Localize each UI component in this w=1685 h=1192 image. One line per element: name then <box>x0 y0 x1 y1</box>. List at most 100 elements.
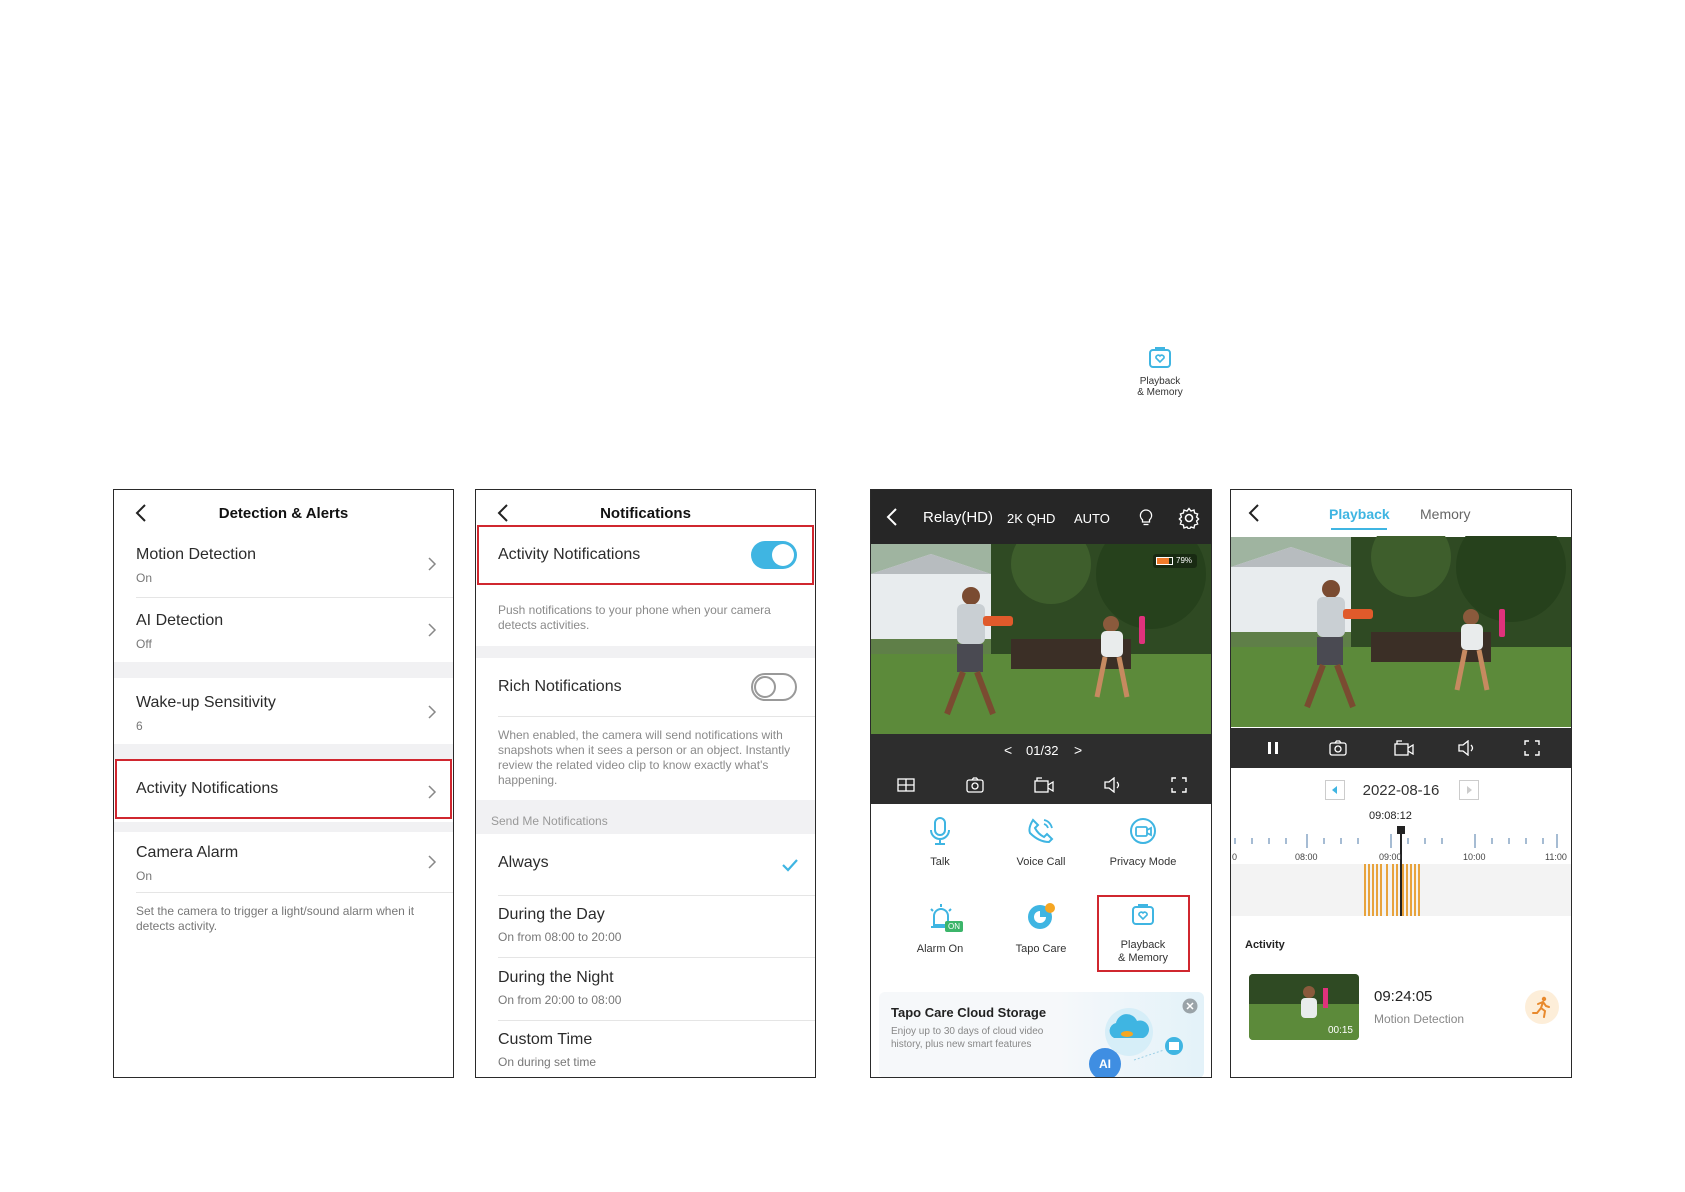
control-label: Alarm On <box>916 943 964 955</box>
grid-view-icon[interactable] <box>897 778 915 792</box>
tab-memory[interactable]: Memory <box>1420 506 1471 522</box>
next-date-button[interactable] <box>1459 780 1479 800</box>
event-time: 09:24:05 <box>1374 988 1433 1005</box>
date-selector: 2022-08-16 <box>1231 776 1571 806</box>
item-label: Camera Alarm <box>136 844 239 861</box>
option-sub: On from 20:00 to 08:00 <box>498 993 622 1007</box>
option-label: During the Night <box>498 969 614 986</box>
highlight-box <box>477 525 814 585</box>
option-always[interactable]: Always <box>476 834 815 892</box>
activity-notifications-description: Push notifications to your phone when yo… <box>498 603 771 632</box>
header: Detection & Alerts <box>114 490 453 534</box>
rich-notifications-description: When enabled, the camera will send notif… <box>498 728 791 787</box>
option-during-the-day[interactable]: During the Day On from 08:00 to 20:00 <box>476 900 815 960</box>
tapo-care-promo-card[interactable]: Tapo Care Cloud Storage Enjoy up to 30 d… <box>879 992 1204 1077</box>
settings-item-motion-detection[interactable]: Motion Detection On <box>114 544 453 604</box>
control-label: Talk <box>930 856 950 868</box>
item-value: On <box>136 869 153 883</box>
control-privacy-mode[interactable]: Privacy Mode <box>1093 816 1193 876</box>
light-bulb-icon[interactable] <box>1139 509 1153 527</box>
promo-description: Enjoy up to 30 days of cloud video histo… <box>891 1026 1044 1050</box>
ai-badge: AI <box>1089 1048 1121 1077</box>
divider <box>136 892 453 893</box>
live-video-feed[interactable]: 79% <box>871 544 1211 734</box>
timeline-ruler <box>1231 826 1571 916</box>
running-person-icon <box>1532 996 1550 1018</box>
top-bar: Relay(HD) 2K QHD AUTO <box>871 490 1211 544</box>
privacy-camera-icon <box>1130 818 1156 844</box>
tab-playback[interactable]: Playback <box>1329 506 1390 522</box>
clip-duration: 00:15 <box>1327 1025 1353 1036</box>
settings-item-camera-alarm[interactable]: Camera Alarm On <box>114 842 453 902</box>
playback-video[interactable] <box>1231 536 1571 728</box>
section-gap <box>114 744 453 760</box>
motion-event-badge <box>1525 990 1559 1024</box>
rich-notifications-toggle[interactable] <box>751 673 797 701</box>
alarm-on-badge: ON <box>945 921 963 932</box>
callout-label-1: Playback <box>1139 376 1181 387</box>
fullscreen-icon[interactable] <box>1171 777 1187 793</box>
clip-pager: 01/32 <box>1026 743 1059 758</box>
camera-snapshot-icon[interactable] <box>966 777 984 793</box>
video-frame <box>871 544 1211 734</box>
tick-label: 11:00 <box>1545 852 1567 862</box>
playback-icon <box>1149 347 1171 368</box>
control-tapo-care[interactable]: Tapo Care <box>991 901 1091 965</box>
option-label: Custom Time <box>498 1031 593 1048</box>
option-custom-time[interactable]: Custom Time On during set time <box>476 1025 815 1077</box>
notifications-screen: Notifications Activity Notifications Pus… <box>475 489 816 1078</box>
item-label: Wake-up Sensitivity <box>136 694 276 711</box>
section-gap <box>114 822 453 832</box>
item-value: 6 <box>136 719 143 733</box>
control-alarm-on[interactable]: ON Alarm On <box>890 901 990 965</box>
tick-label: 0 <box>1232 852 1238 862</box>
playback-screen: Playback Memory 2022-08-16 09:08:12 0 08… <box>1230 489 1572 1078</box>
settings-item-ai-detection[interactable]: AI Detection Off <box>114 610 453 670</box>
tab-playback-underline <box>1331 528 1387 530</box>
chevron-right-icon <box>428 855 437 869</box>
highlight-box <box>1097 895 1190 972</box>
back-chevron-icon[interactable] <box>1245 502 1265 524</box>
clip-thumbnail[interactable]: 00:15 <box>1249 974 1359 1040</box>
device-name: Relay(HD) <box>923 509 994 526</box>
battery-level: 79% <box>1176 556 1193 565</box>
settings-item-wakeup-sensitivity[interactable]: Wake-up Sensitivity 6 <box>114 692 453 752</box>
timeline[interactable]: 09:08:12 0 08:00 09:00 10:00 11:00 <box>1231 808 1571 918</box>
control-talk[interactable]: Talk <box>890 816 990 876</box>
battery-indicator: 79% <box>1153 554 1197 568</box>
speaker-icon[interactable] <box>1103 777 1123 793</box>
back-chevron-icon[interactable] <box>883 506 903 528</box>
gear-icon[interactable] <box>1178 507 1200 529</box>
option-label: During the Day <box>498 906 605 923</box>
page-title: Notifications <box>600 505 691 522</box>
item-label: Motion Detection <box>136 546 257 563</box>
checkmark-icon <box>782 859 798 872</box>
tapo-care-icon <box>1028 903 1055 929</box>
control-label: Privacy Mode <box>1109 856 1177 868</box>
quality-selector[interactable]: 2K QHD <box>1007 511 1055 526</box>
option-sub: On during set time <box>498 1055 597 1069</box>
event-type: Motion Detection <box>1374 1012 1465 1026</box>
next-chevron[interactable]: > <box>1074 742 1082 758</box>
chevron-right-icon <box>428 623 437 637</box>
prev-chevron[interactable]: < <box>1004 742 1012 758</box>
record-video-icon[interactable] <box>1394 740 1414 756</box>
item-value: On <box>136 571 153 585</box>
activity-event-row[interactable]: 00:15 09:24:05 Motion Detection <box>1231 974 1571 1044</box>
mode-selector[interactable]: AUTO <box>1074 511 1110 526</box>
section-header: Send Me Notifications <box>491 814 608 828</box>
speaker-icon[interactable] <box>1457 740 1477 756</box>
divider <box>498 895 815 896</box>
tick-label: 08:00 <box>1295 852 1318 862</box>
section-gap <box>476 646 815 658</box>
option-during-the-night[interactable]: During the Night On from 20:00 to 08:00 <box>476 963 815 1023</box>
pause-icon[interactable] <box>1267 741 1279 755</box>
record-video-icon[interactable] <box>1034 777 1054 793</box>
page-title: Detection & Alerts <box>218 505 349 522</box>
camera-snapshot-icon[interactable] <box>1329 740 1347 756</box>
detection-alerts-screen: Detection & Alerts Motion Detection On A… <box>113 489 454 1078</box>
control-voice-call[interactable]: Voice Call <box>991 816 1091 876</box>
fullscreen-icon[interactable] <box>1524 740 1540 756</box>
arrow-right-icon <box>1467 786 1472 794</box>
playback-memory-callout: Playback & Memory <box>1130 340 1190 400</box>
